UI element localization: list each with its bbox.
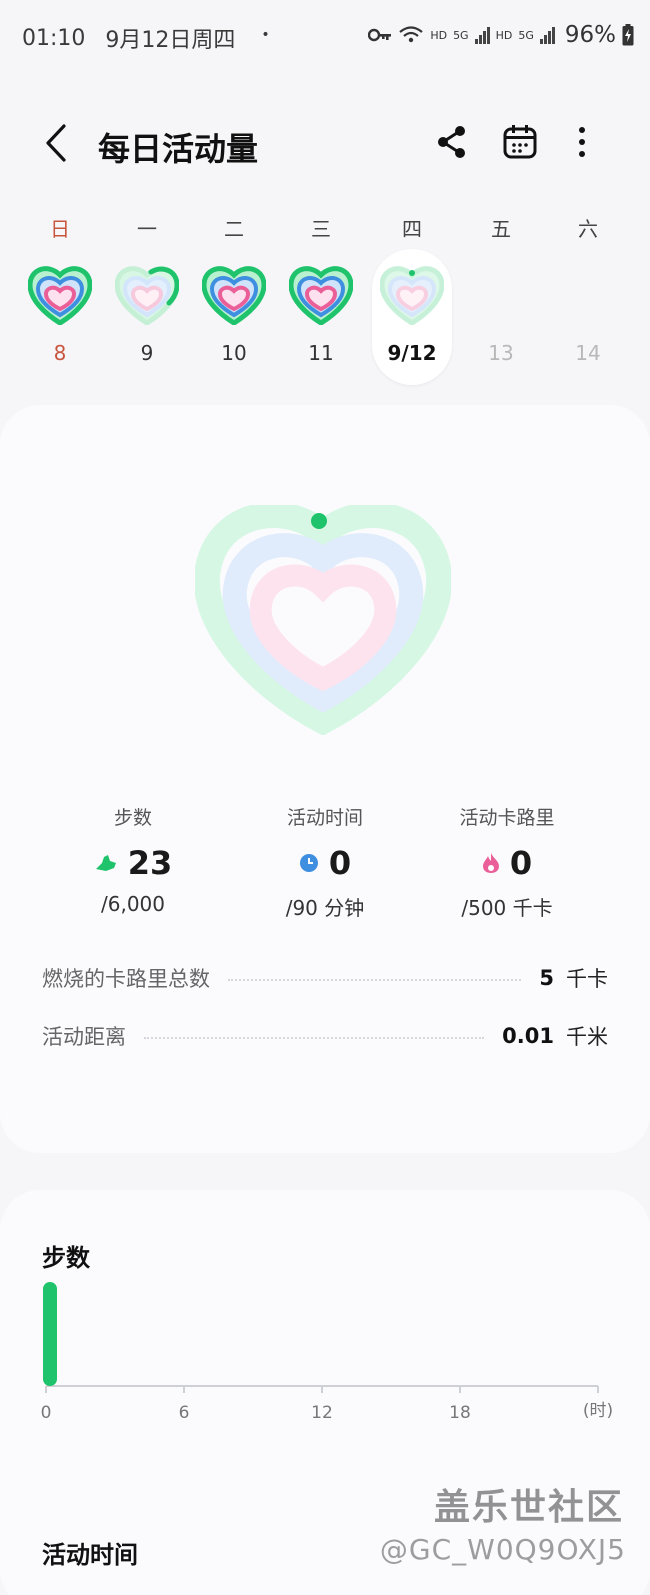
day-monday[interactable]: 一 9 <box>107 205 187 385</box>
summary-unit: 千米 <box>566 1025 608 1049</box>
x-tick-label: 18 <box>449 1403 471 1423</box>
metric-value: 23 <box>127 844 173 882</box>
x-tick-label: 0 <box>41 1403 52 1423</box>
metric-value: 0 <box>328 844 352 882</box>
more-icon[interactable] <box>562 122 602 162</box>
battery-charging-icon <box>622 24 634 46</box>
day-wednesday[interactable]: 三 11 <box>281 205 361 385</box>
metric-value-row: 0 <box>407 844 607 882</box>
weekday-label: 日 <box>50 217 70 241</box>
calendar-icon[interactable] <box>500 122 540 162</box>
back-icon[interactable] <box>40 122 74 164</box>
steps-bar-chart: 0 6 12 18 (时) <box>41 1282 613 1423</box>
signal-icon-1 <box>474 26 490 44</box>
shoe-icon <box>95 855 116 871</box>
activity-rings-heart <box>195 505 451 735</box>
metric-active-calories: 活动卡路里 0 /500 千卡 <box>407 803 607 921</box>
network-label-2: 5G <box>518 28 534 42</box>
metric-steps: 步数 23 /6,000 <box>33 803 233 916</box>
metric-goal: /6,000 <box>101 892 165 916</box>
metric-goal: /90 分钟 <box>285 896 365 920</box>
day-thursday-selected[interactable]: 四 9/12 <box>372 205 452 385</box>
network-label-1: 5G <box>453 28 469 42</box>
battery-percent: 96% <box>564 22 616 48</box>
summary-value: 0.01 <box>502 1024 554 1048</box>
signal-icon-2 <box>539 26 555 44</box>
x-tick-label: 6 <box>179 1403 190 1423</box>
page-title: 每日活动量 <box>98 130 259 168</box>
active-distance-row: 活动距离 0.01 千米 <box>42 1016 608 1056</box>
dotted-leader <box>228 979 522 981</box>
share-icon[interactable] <box>432 122 472 162</box>
day-date: 11 <box>308 341 334 365</box>
next-section-title: 活动时间 <box>42 1541 138 1569</box>
hd-label-2: HD <box>495 28 513 42</box>
day-date: 9 <box>140 341 154 365</box>
metric-active-time: 活动时间 0 /90 分钟 <box>225 803 425 921</box>
watermark-user: @GC_W0Q9OXJ5 <box>379 1533 626 1566</box>
day-date: 14 <box>575 341 601 365</box>
x-tick-label: 12 <box>311 1403 333 1423</box>
metric-value-row: 0 <box>225 844 425 882</box>
activity-heart-icon <box>380 266 444 325</box>
metric-value: 0 <box>509 844 533 882</box>
activity-heart-icon <box>289 266 353 325</box>
total-calories-row: 燃烧的卡路里总数 5 千卡 <box>42 958 608 998</box>
hd-label-1: HD <box>430 28 448 42</box>
status-icons: HD 5G HD 5G 96% <box>368 22 634 48</box>
metric-value-row: 23 <box>33 844 233 882</box>
weekday-label: 一 <box>137 217 157 241</box>
metric-goal: /500 千卡 <box>461 896 553 920</box>
summary-label: 燃烧的卡路里总数 <box>42 967 210 991</box>
section-title: 步数 <box>42 1244 90 1272</box>
weekday-label: 三 <box>311 217 331 241</box>
steps-bar[interactable] <box>43 1282 57 1386</box>
notification-dot: • <box>261 27 270 43</box>
activity-heart-icon <box>202 266 266 325</box>
status-date: 9月12日周四 <box>105 28 236 53</box>
week-selector: 日 8 一 9 二 10 三 11 四 9/12 五 13 六 14 <box>0 205 650 405</box>
summary-unit: 千卡 <box>566 967 608 991</box>
weekday-label: 四 <box>402 217 422 241</box>
dotted-leader <box>144 1037 485 1039</box>
day-saturday: 六 14 <box>548 205 628 385</box>
weekday-label: 五 <box>491 217 511 241</box>
x-axis-unit-label: (时) <box>583 1401 613 1421</box>
watermark-brand: 盖乐世社区 <box>433 1487 624 1528</box>
day-date: 9/12 <box>387 341 437 365</box>
day-tuesday[interactable]: 二 10 <box>194 205 274 385</box>
activity-heart-icon <box>115 266 179 325</box>
day-sunday[interactable]: 日 8 <box>20 205 100 385</box>
flame-icon <box>482 853 499 873</box>
day-date: 10 <box>221 341 247 365</box>
weekday-label: 二 <box>224 217 244 241</box>
day-friday: 五 13 <box>461 205 541 385</box>
metric-label: 活动卡路里 <box>459 807 555 829</box>
summary-value: 5 <box>539 966 554 990</box>
weekday-label: 六 <box>578 217 598 241</box>
status-time: 01:10 <box>22 25 86 51</box>
wifi-icon <box>399 26 424 43</box>
day-date: 13 <box>488 341 514 365</box>
clock-icon <box>299 854 318 872</box>
metric-label: 步数 <box>113 807 152 829</box>
app-bar: 每日活动量 <box>0 110 650 180</box>
daily-summary-card: 步数 23 /6,000 活动时间 0 /90 分钟 活动卡路里 0 /500 … <box>0 405 650 1153</box>
vpn-key-icon <box>368 28 392 42</box>
activity-heart-icon <box>28 266 92 325</box>
metric-label: 活动时间 <box>286 807 363 829</box>
summary-label: 活动距离 <box>42 1025 126 1049</box>
day-date: 8 <box>53 341 67 365</box>
